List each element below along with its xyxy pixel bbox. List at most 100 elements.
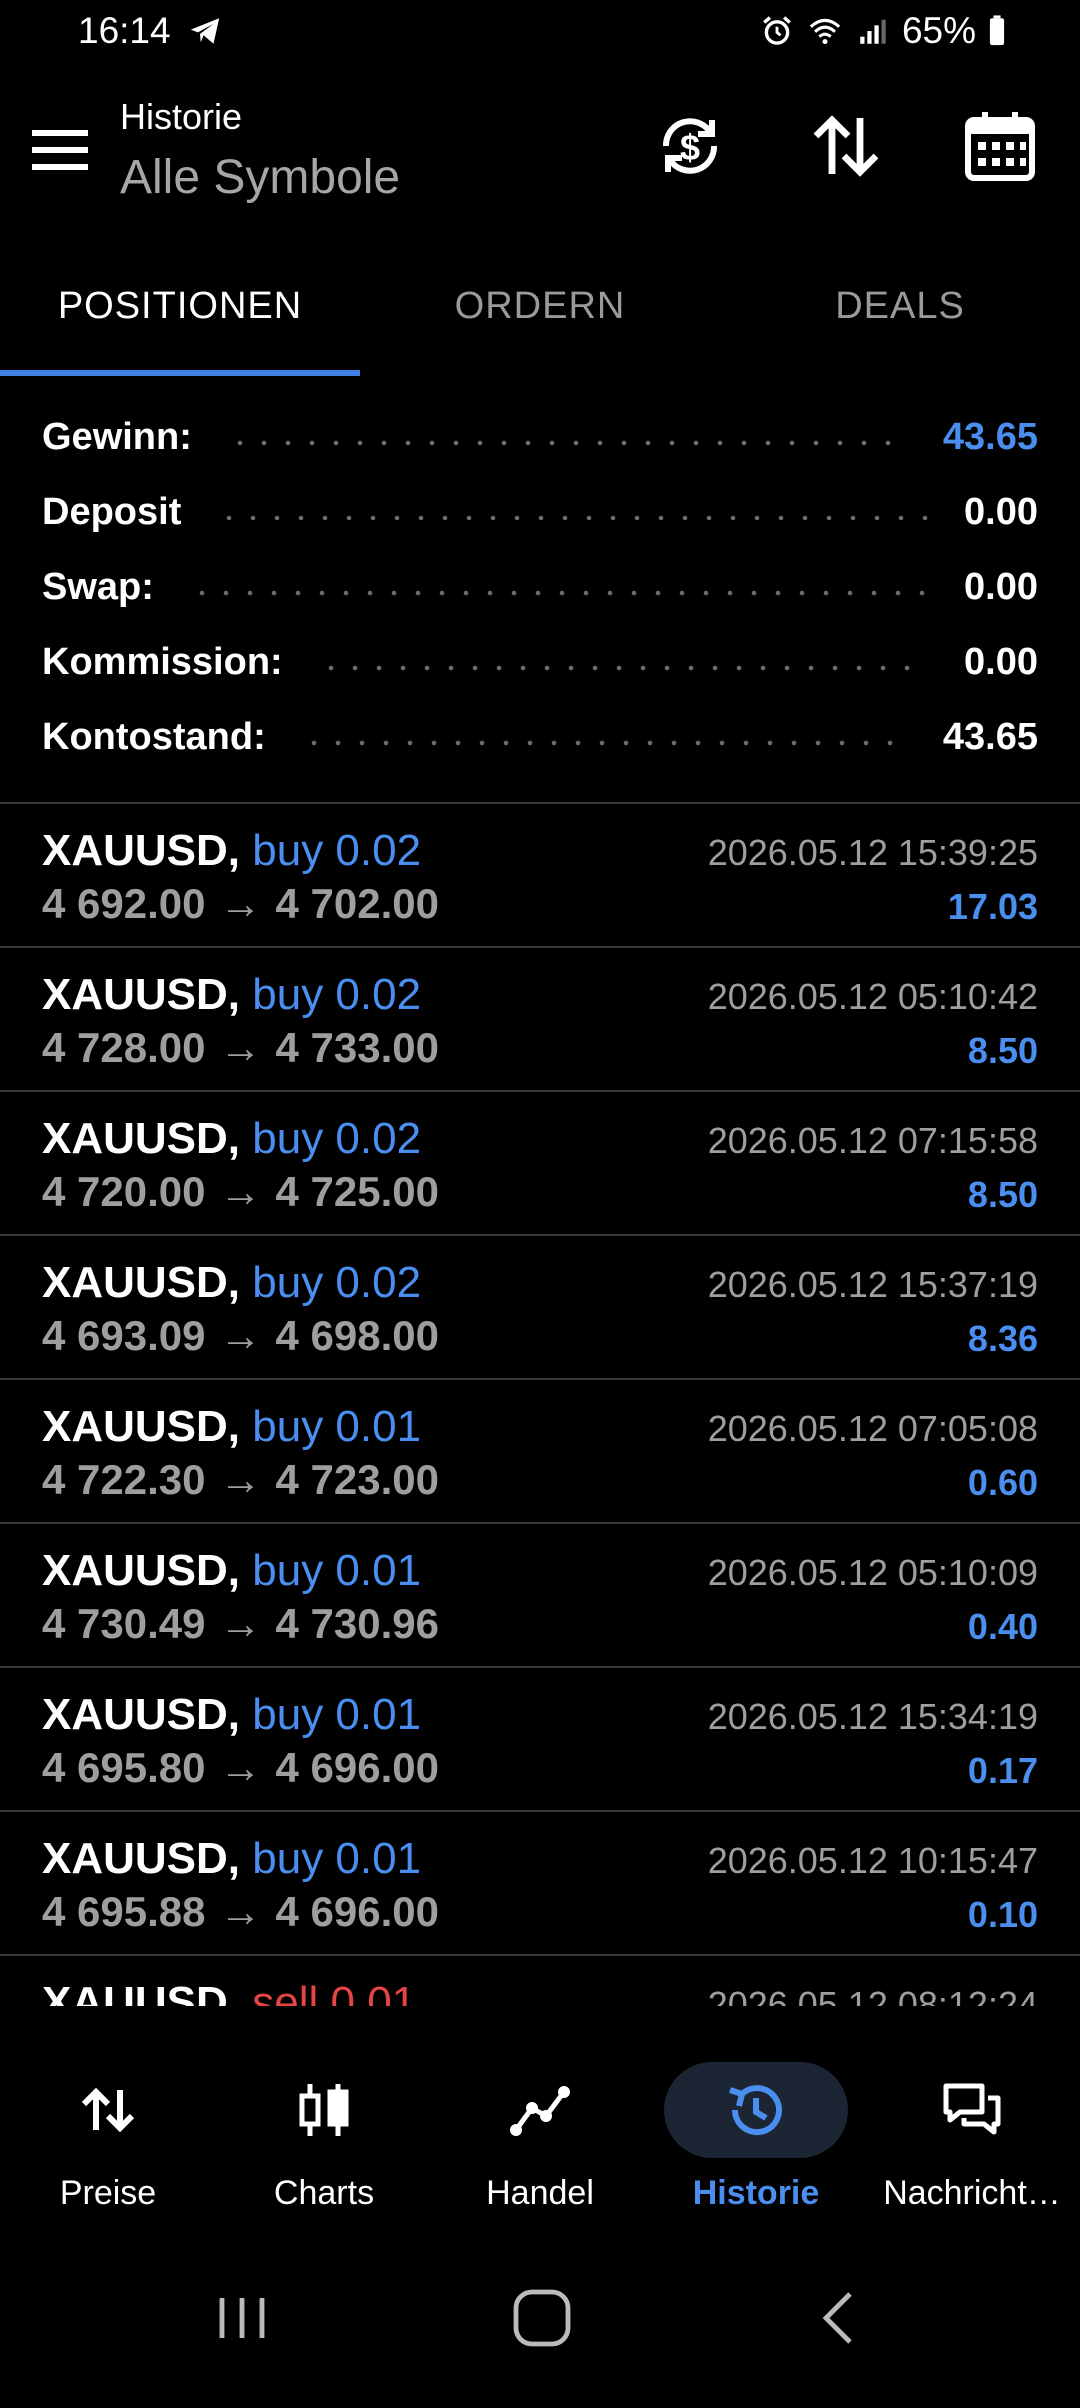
open-price: 4 693.09 bbox=[42, 1312, 206, 1359]
recent-apps-icon[interactable] bbox=[210, 2286, 274, 2350]
close-price: 4 698.00 bbox=[275, 1312, 440, 1359]
position-row[interactable]: XAUUSD, buy 0.02 4 720.00 → 4 725.00 2026.05… bbox=[0, 1092, 1080, 1236]
position-symbol: XAUUSD, buy 0.01 bbox=[42, 1402, 421, 1452]
position-symbol: XAUUSD, buy 0.02 bbox=[42, 970, 421, 1020]
summary-row-gewinn: Gewinn: 43.65 bbox=[0, 400, 1080, 475]
position-prices: 4 695.88 → 4 696.00 bbox=[42, 1888, 439, 1936]
position-row[interactable]: XAUUSD, buy 0.01 4 695.80 → 4 696.00 2026.05… bbox=[0, 1668, 1080, 1812]
status-bar: 16:14 65% bbox=[0, 0, 1080, 66]
close-price: 4 696.00 bbox=[275, 1888, 440, 1935]
nav-item-preise[interactable]: Preise bbox=[0, 2006, 216, 2226]
position-row[interactable]: XAUUSD, buy 0.02 4 693.09 → 4 698.00 2026.05… bbox=[0, 1236, 1080, 1380]
position-prices: 4 730.49 → 4 730.96 bbox=[42, 1600, 439, 1648]
home-icon[interactable] bbox=[510, 2286, 574, 2350]
position-time: 2026.05.12 15:37:19 bbox=[707, 1264, 1038, 1305]
tab-deals[interactable]: DEALS bbox=[720, 236, 1080, 376]
close-price: 4 723.00 bbox=[275, 1456, 440, 1503]
position-time: 2026.05.12 15:39:25 bbox=[707, 832, 1038, 873]
position-symbol: XAUUSD, buy 0.01 bbox=[42, 1690, 421, 1740]
position-row[interactable]: XAUUSD, buy 0.01 4 722.30 → 4 723.00 2026.05… bbox=[0, 1380, 1080, 1524]
position-time: 2026.05.12 10:15:47 bbox=[707, 1840, 1038, 1881]
position-row[interactable]: XAUUSD, buy 0.01 4 730.49 → 4 730.96 2026.05… bbox=[0, 1524, 1080, 1668]
alarm-icon bbox=[763, 16, 791, 45]
position-row[interactable]: XAUUSD, buy 0.01 4 695.88 → 4 696.00 2026.05… bbox=[0, 1812, 1080, 1956]
position-side: buy 0.02 bbox=[252, 1258, 422, 1307]
nav-item-nachrichten[interactable]: Nachricht… bbox=[864, 2006, 1080, 2226]
position-profit: 8.50 bbox=[967, 1030, 1038, 1071]
position-profit: 8.36 bbox=[967, 1318, 1038, 1359]
open-price: 4 728.00 bbox=[42, 1024, 206, 1071]
calendar-icon[interactable] bbox=[960, 106, 1040, 186]
nav-label: Historie bbox=[692, 2174, 820, 2212]
position-side: sell 0.01 bbox=[252, 1978, 417, 2006]
position-side: buy 0.02 bbox=[252, 970, 422, 1019]
position-side: buy 0.01 bbox=[252, 1546, 422, 1595]
close-price: 4 725.00 bbox=[275, 1168, 440, 1215]
position-row[interactable]: XAUUSD, buy 0.02 4 728.00 → 4 733.00 2026.05… bbox=[0, 948, 1080, 1092]
status-time: 16:14 bbox=[78, 10, 171, 51]
open-price: 4 692.00 bbox=[42, 880, 206, 927]
back-icon[interactable] bbox=[810, 2286, 874, 2350]
position-profit: 17.03 bbox=[947, 886, 1038, 927]
close-price: 4 696.00 bbox=[275, 1744, 440, 1791]
nav-item-handel[interactable]: Handel bbox=[432, 2006, 648, 2226]
summary-value: 0.00 bbox=[964, 641, 1038, 683]
candlestick-icon bbox=[299, 2084, 349, 2136]
tab-positionen[interactable]: POSITIONEN bbox=[0, 236, 360, 376]
nav-item-charts[interactable]: Charts bbox=[216, 2006, 432, 2226]
nav-item-historie[interactable]: Historie bbox=[648, 2006, 864, 2226]
position-prices: 4 692.00 → 4 702.00 bbox=[42, 880, 439, 928]
position-prices: 4 695.80 → 4 696.00 bbox=[42, 1744, 439, 1792]
symbol-name: XAUUSD, bbox=[42, 1834, 241, 1883]
open-price: 4 730.49 bbox=[42, 1600, 206, 1647]
arrow-icon: → bbox=[219, 1168, 262, 1215]
summary-row-kommission: Kommission: 0.00 bbox=[0, 625, 1080, 700]
sort-icon[interactable] bbox=[806, 106, 886, 186]
position-time: 2026.05.12 08:12:24 bbox=[707, 1984, 1038, 2006]
page-title: Historie bbox=[120, 96, 243, 137]
open-price: 4 720.00 bbox=[42, 1168, 206, 1215]
position-side: buy 0.01 bbox=[252, 1834, 422, 1883]
summary-label: Kontostand: bbox=[42, 716, 266, 758]
currency-sync-icon[interactable]: $ bbox=[650, 106, 730, 186]
position-prices: 4 722.30 → 4 723.00 bbox=[42, 1456, 439, 1504]
position-profit: 0.17 bbox=[967, 1750, 1038, 1791]
dotted-leader bbox=[227, 439, 907, 446]
symbol-name: XAUUSD, bbox=[42, 1114, 241, 1163]
symbol-name: XAUUSD, bbox=[42, 826, 241, 875]
quotes-icon bbox=[81, 2087, 135, 2133]
signal-icon bbox=[860, 19, 886, 44]
menu-icon[interactable] bbox=[32, 128, 88, 172]
symbol-name: XAUUSD, bbox=[42, 1690, 241, 1739]
position-side: buy 0.02 bbox=[252, 1114, 422, 1163]
symbol-filter[interactable]: Alle Symbole bbox=[120, 150, 400, 205]
position-row[interactable]: XAUUSD, buy 0.02 4 692.00 → 4 702.00 2026.05… bbox=[0, 804, 1080, 948]
nav-label: Nachricht… bbox=[883, 2174, 1061, 2212]
app-bar: Historie Alle Symbole $ bbox=[0, 66, 1080, 236]
summary-panel: Gewinn: 43.65 Deposit 0.00 Swap: 0.00 Ko… bbox=[0, 400, 1080, 775]
arrow-icon: → bbox=[219, 1456, 262, 1503]
tab-ordern[interactable]: ORDERN bbox=[360, 236, 720, 376]
summary-value: 43.65 bbox=[942, 716, 1038, 758]
status-icons: 65% bbox=[758, 10, 1008, 52]
position-row[interactable]: XAUUSD, sell 0.01 2026.05.12 08:12:24 bbox=[0, 1956, 1080, 2006]
summary-label: Gewinn: bbox=[42, 416, 192, 458]
tab-bar: POSITIONEN ORDERN DEALS bbox=[0, 236, 1080, 376]
system-nav-bar bbox=[0, 2226, 1080, 2408]
position-symbol: XAUUSD, buy 0.02 bbox=[42, 826, 421, 876]
summary-row-kontostand: Kontostand: 43.65 bbox=[0, 700, 1080, 775]
position-side: buy 0.01 bbox=[252, 1402, 422, 1451]
symbol-name: XAUUSD, bbox=[42, 970, 241, 1019]
telegram-icon bbox=[190, 18, 220, 44]
summary-row-deposit: Deposit 0.00 bbox=[0, 475, 1080, 550]
symbol-name: XAUUSD, bbox=[42, 1546, 241, 1595]
summary-label: Swap: bbox=[42, 566, 154, 608]
position-profit: 0.10 bbox=[967, 1894, 1038, 1935]
arrow-icon: → bbox=[219, 1744, 262, 1791]
position-profit: 8.50 bbox=[967, 1174, 1038, 1215]
position-time: 2026.05.12 07:05:08 bbox=[707, 1408, 1038, 1449]
position-side: buy 0.01 bbox=[252, 1690, 422, 1739]
close-price: 4 702.00 bbox=[275, 880, 440, 927]
positions-list[interactable]: XAUUSD, buy 0.02 4 692.00 → 4 702.00 2026.05… bbox=[0, 804, 1080, 2006]
position-symbol: XAUUSD, buy 0.01 bbox=[42, 1834, 421, 1884]
